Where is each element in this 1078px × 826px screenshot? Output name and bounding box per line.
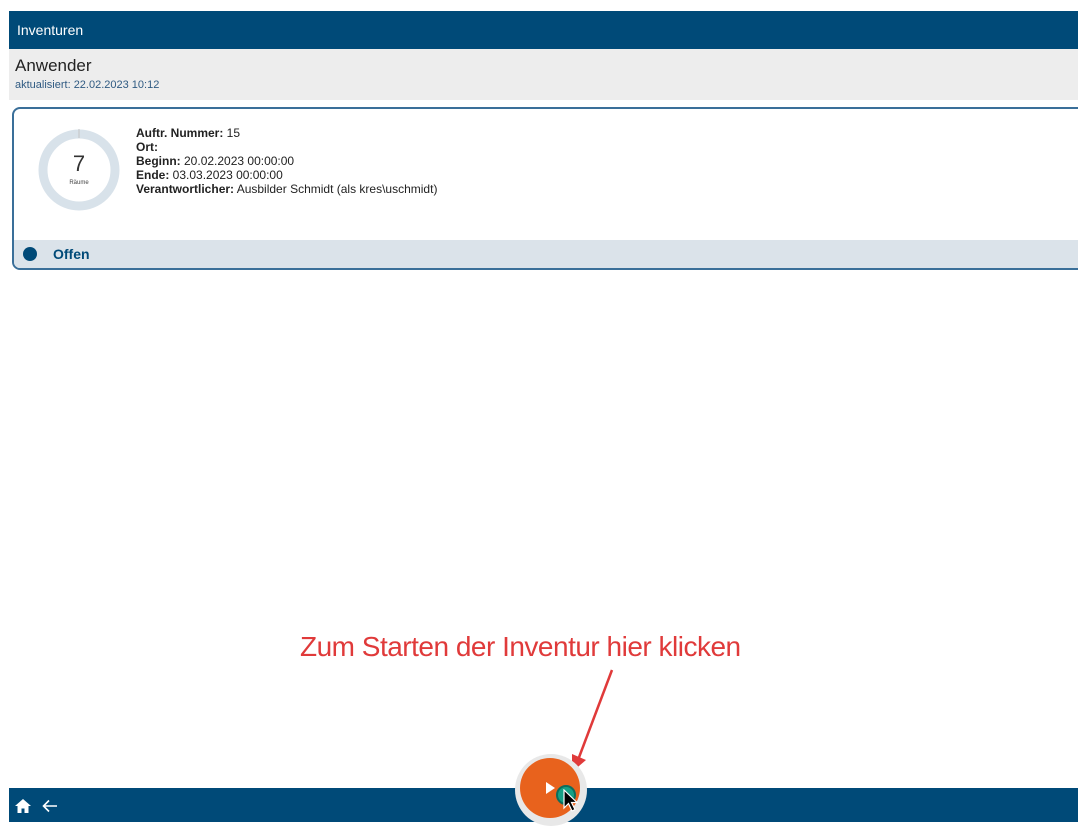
location-row: Ort: [136,140,437,154]
inventory-details: Auftr. Nummer: 15 Ort: Beginn: 20.02.202… [136,126,437,196]
responsible-value: Ausbilder Schmidt (als kres\uschmidt) [234,182,438,196]
status-label: Offen [53,246,90,262]
arrow-left-icon[interactable] [41,797,59,815]
location-label: Ort: [136,140,158,154]
inventory-card[interactable]: 7 Räume Auftr. Nummer: 15 Ort: Beginn: 2… [12,107,1078,270]
start-label: Beginn: [136,154,181,168]
status-dot-icon [23,247,37,261]
end-row: Ende: 03.03.2023 00:00:00 [136,168,437,182]
status-bar: Offen [14,240,1078,268]
mouse-cursor-icon [563,789,579,812]
order-number-row: Auftr. Nummer: 15 [136,126,437,140]
order-number-label: Auftr. Nummer: [136,126,224,140]
last-updated: aktualisiert: 22.02.2023 10:12 [15,79,160,91]
end-value: 03.03.2023 00:00:00 [169,168,283,182]
user-section: Anwender aktualisiert: 22.02.2023 10:12 [9,49,1078,100]
end-label: Ende: [136,168,170,182]
order-number-value: 15 [223,126,241,140]
page-title: Inventuren [17,22,84,38]
rooms-donut: 7 Räume [36,127,122,213]
room-unit: Räume [69,180,89,186]
responsible-label: Verantwortlicher: [136,182,235,196]
room-count: 7 [72,151,86,176]
app-header: Inventuren [9,11,1078,49]
start-value: 20.02.2023 00:00:00 [180,154,295,168]
instruction-annotation: Zum Starten der Inventur hier klicken [300,631,741,662]
user-title: Anwender [15,56,92,75]
responsible-row: Verantwortlicher: Ausbilder Schmidt (als… [136,182,437,196]
start-row: Beginn: 20.02.2023 00:00:00 [136,154,437,168]
home-icon[interactable] [14,797,32,815]
